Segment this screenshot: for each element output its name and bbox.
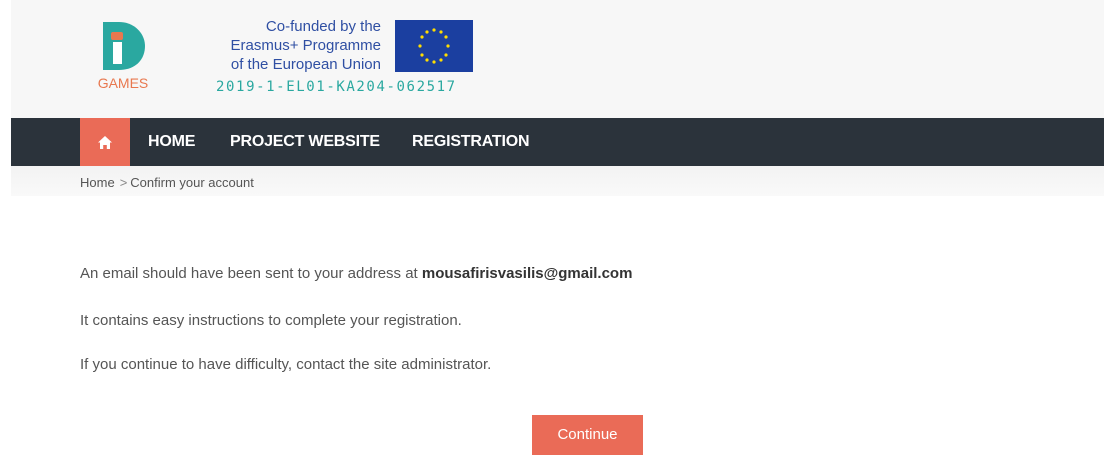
eu-funding-text: Co-funded by the Erasmus+ Programme of t… (205, 17, 381, 74)
eu-text-line: Co-funded by the (265, 18, 381, 35)
instructions-message: It contains easy instructions to complet… (80, 312, 462, 329)
breadcrumb-current: Confirm your account (130, 175, 254, 190)
email-sent-text: An email should have been sent to your a… (80, 265, 422, 282)
nav-item-project-website[interactable]: PROJECT WEBSITE (230, 118, 380, 166)
logo-text: GAMES (97, 75, 149, 91)
user-email: mousafirisvasilis@gmail.com (421, 265, 633, 282)
continue-button[interactable]: Continue (532, 415, 643, 455)
project-code: 2019-1-EL01-KA204-062517 (216, 79, 457, 95)
eu-flag-icon (395, 20, 473, 72)
eu-text-line: of the European Union (230, 56, 381, 73)
site-header (11, 0, 1104, 118)
eu-text-line: Erasmus+ Programme (230, 37, 381, 54)
breadcrumb-separator: > (119, 175, 128, 190)
breadcrumb-bar: Home > Confirm your account (11, 166, 1104, 196)
nav-item-home[interactable]: HOME (148, 118, 195, 166)
breadcrumb-home-link[interactable]: Home (80, 175, 115, 190)
home-icon (98, 135, 112, 149)
breadcrumb: Home > Confirm your account (80, 175, 254, 190)
games-logo[interactable]: GAMES (85, 14, 161, 94)
nav-home-icon-button[interactable] (80, 118, 130, 166)
difficulty-message: If you continue to have difficulty, cont… (80, 356, 492, 373)
main-navbar: HOME PROJECT WEBSITE REGISTRATION (11, 118, 1104, 166)
eu-cofunded-badge: Co-funded by the Erasmus+ Programme of t… (205, 14, 485, 104)
nav-item-registration[interactable]: REGISTRATION (412, 118, 530, 166)
logo-icon (103, 22, 145, 70)
email-sent-message: An email should have been sent to your a… (80, 265, 632, 282)
